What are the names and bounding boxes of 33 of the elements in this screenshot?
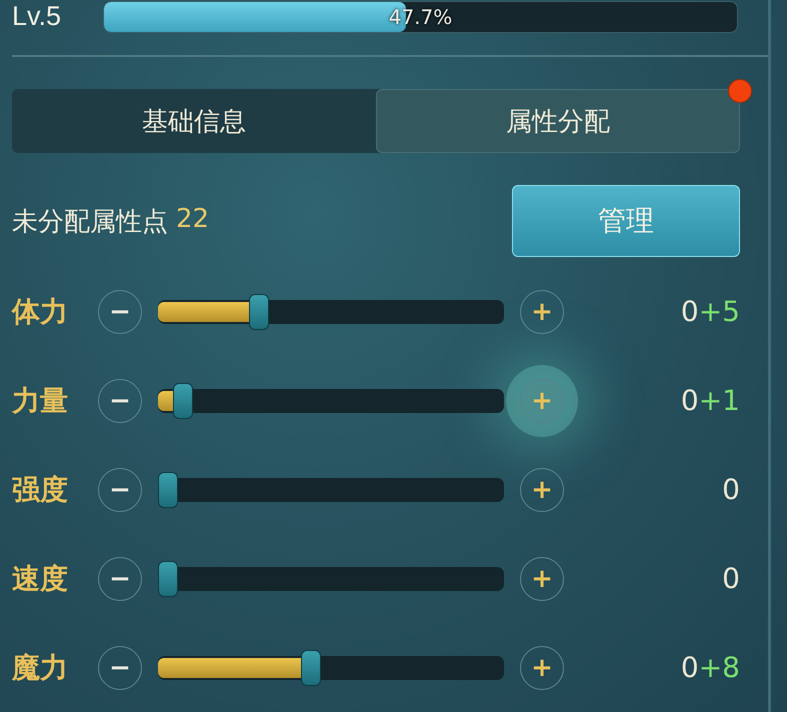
minus-button[interactable]: − <box>98 646 142 690</box>
slider-thumb[interactable] <box>301 650 322 686</box>
attribute-value: 0+8 <box>680 651 740 684</box>
tab[interactable]: 基础信息 <box>12 89 376 153</box>
attribute-value: 0 <box>721 562 740 595</box>
attribute-value: 0+1 <box>680 384 740 417</box>
attribute-slider[interactable] <box>158 472 504 508</box>
plus-button[interactable]: + <box>520 468 564 512</box>
attribute-value: 0 <box>721 473 740 506</box>
attribute-name: 强度 <box>12 472 69 508</box>
attribute-slider[interactable] <box>158 382 504 418</box>
minus-button[interactable]: − <box>98 556 142 600</box>
level-label: Lv.5 <box>12 1 62 32</box>
minus-button[interactable]: − <box>98 378 142 422</box>
attribute-slider[interactable] <box>158 560 504 596</box>
attribute-name: 速度 <box>12 560 69 596</box>
slider-thumb[interactable] <box>249 294 270 330</box>
plus-button[interactable]: + <box>520 290 564 334</box>
minus-button[interactable]: − <box>98 468 142 512</box>
attribute-slider[interactable] <box>158 294 504 330</box>
tab[interactable]: 属性分配 <box>376 89 740 153</box>
attribute-slider[interactable] <box>158 650 504 686</box>
slider-thumb[interactable] <box>173 382 194 418</box>
minus-button[interactable]: − <box>98 290 142 334</box>
unassigned-points-text: 未分配属性点 22 <box>12 204 210 238</box>
slider-thumb[interactable] <box>158 560 178 596</box>
attribute-name: 体力 <box>12 294 69 330</box>
slider-thumb[interactable] <box>158 472 178 508</box>
plus-button[interactable]: + <box>520 646 564 690</box>
attribute-name: 力量 <box>12 382 69 418</box>
plus-button[interactable]: + <box>520 556 564 600</box>
attribute-name: 魔力 <box>12 650 69 686</box>
attribute-value: 0+5 <box>680 295 740 328</box>
